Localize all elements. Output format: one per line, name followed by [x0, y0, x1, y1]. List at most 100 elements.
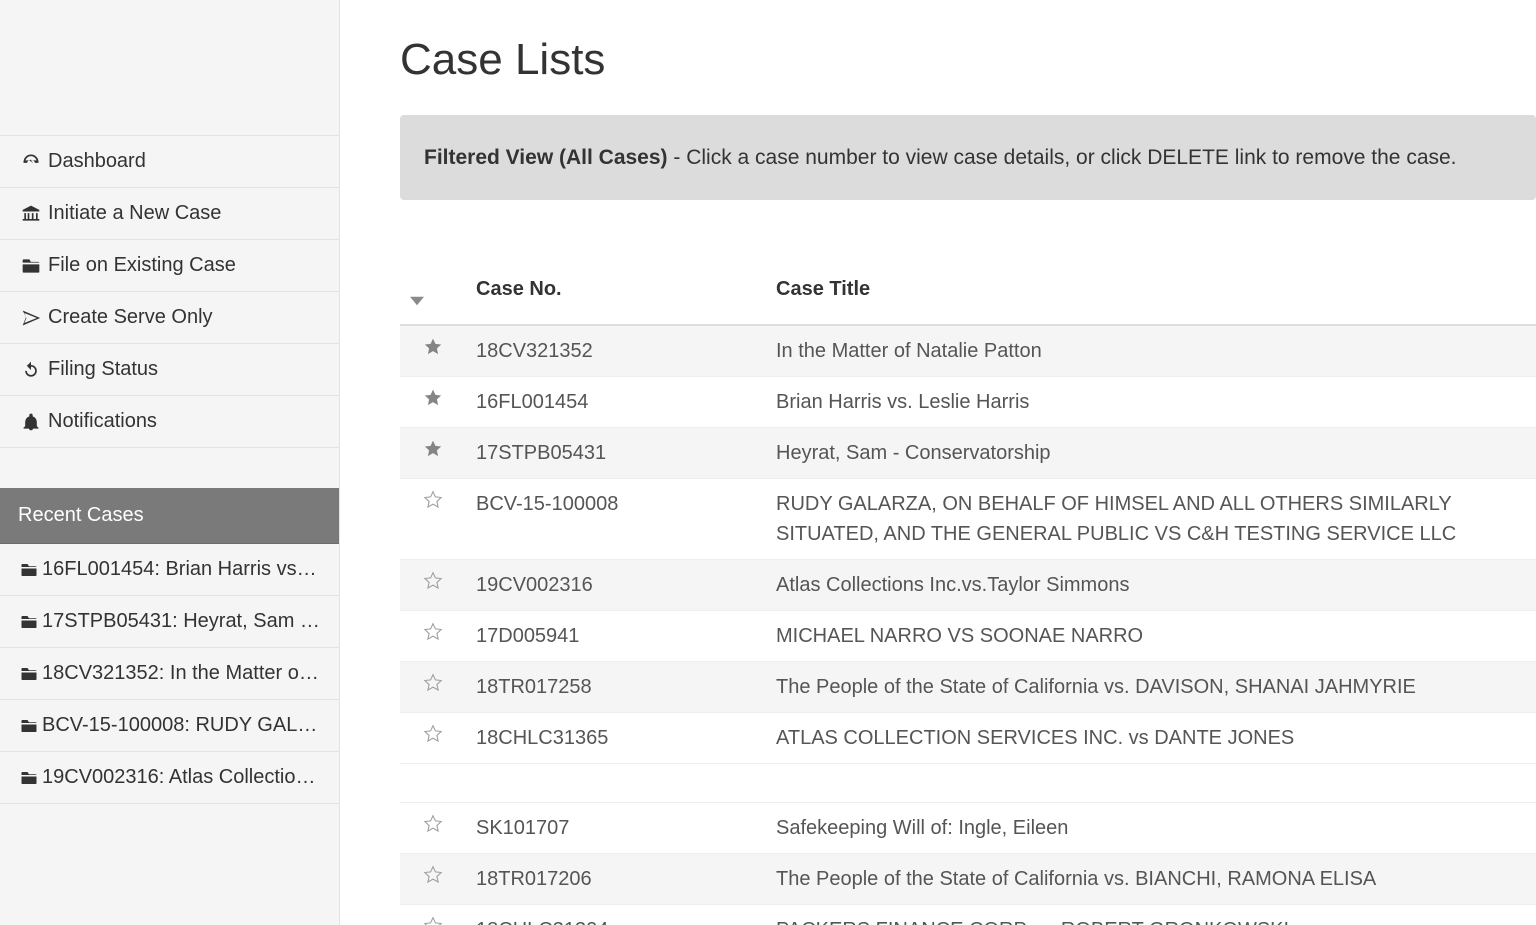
case-title: Heyrat, Sam - Conservatorship: [766, 428, 1536, 479]
case-number-link[interactable]: SK101707: [466, 803, 766, 854]
case-number-link[interactable]: 16FL001454: [466, 377, 766, 428]
caret-down-icon: [410, 289, 424, 312]
col-case-no[interactable]: Case No.: [466, 255, 766, 325]
recent-case-item[interactable]: 18CV321352: In the Matter of …: [0, 648, 339, 700]
star-icon: [423, 724, 443, 744]
case-number-link[interactable]: 18CHLC31365: [466, 713, 766, 764]
case-title: PACKERS FINANCE CORP. vs ROBERT GRONKOWS…: [766, 905, 1536, 925]
folder-icon: [18, 613, 40, 631]
sidebar-item-label: Create Serve Only: [48, 306, 213, 329]
case-title: In the Matter of Natalie Patton: [766, 325, 1536, 377]
recent-case-label: 17STPB05431: Heyrat, Sam -…: [42, 610, 321, 633]
folder-icon: [18, 665, 40, 683]
table-row[interactable]: 19CV002316Atlas Collections Inc.vs.Taylo…: [400, 560, 1536, 611]
page-title: Case Lists: [400, 35, 1536, 85]
recent-cases-heading: Recent Cases: [0, 488, 339, 544]
star-toggle[interactable]: [400, 713, 466, 764]
case-number-link[interactable]: 18CHLC31324: [466, 905, 766, 925]
star-toggle[interactable]: [400, 905, 466, 925]
recent-case-label: BCV-15-100008: RUDY GAL…: [42, 714, 317, 737]
recent-case-item[interactable]: 19CV002316: Atlas Collection…: [0, 752, 339, 804]
case-number-link[interactable]: 19CV002316: [466, 560, 766, 611]
recent-case-item[interactable]: 16FL001454: Brian Harris vs. …: [0, 544, 339, 596]
sidebar-item-label: Notifications: [48, 410, 157, 433]
table-row[interactable]: 18TR017206The People of the State of Cal…: [400, 854, 1536, 905]
main-content: Case Lists Filtered View (All Cases) - C…: [340, 0, 1536, 925]
info-strong: Filtered View (All Cases): [424, 146, 668, 169]
table-gap: [400, 764, 1536, 803]
table-row[interactable]: SK101707Safekeeping Will of: Ingle, Eile…: [400, 803, 1536, 854]
table-row[interactable]: 18CV321352In the Matter of Natalie Patto…: [400, 325, 1536, 377]
case-title: Safekeeping Will of: Ingle, Eileen: [766, 803, 1536, 854]
rotate-icon: [18, 360, 44, 380]
case-table: Case No. Case Title 18CV321352In the Mat…: [400, 255, 1536, 925]
recent-case-item[interactable]: 17STPB05431: Heyrat, Sam -…: [0, 596, 339, 648]
star-icon: [423, 916, 443, 925]
star-toggle[interactable]: [400, 479, 466, 560]
star-icon: [423, 571, 443, 591]
sidebar-item-rotate[interactable]: Filing Status: [0, 344, 339, 396]
star-icon: [423, 388, 443, 408]
col-sort[interactable]: [400, 255, 466, 325]
sidebar-item-label: Filing Status: [48, 358, 158, 381]
sidebar: Dashboard Initiate a New Case File on Exis…: [0, 0, 340, 925]
folder-icon: [18, 256, 44, 276]
recent-case-label: 16FL001454: Brian Harris vs. …: [42, 558, 321, 581]
case-title: The People of the State of California vs…: [766, 662, 1536, 713]
dashboard-icon: [18, 152, 44, 172]
table-row[interactable]: BCV-15-100008RUDY GALARZA, ON BEHALF OF …: [400, 479, 1536, 560]
case-number-link[interactable]: 18TR017206: [466, 854, 766, 905]
star-icon: [423, 490, 443, 510]
plane-icon: [18, 308, 44, 328]
star-toggle[interactable]: [400, 377, 466, 428]
star-toggle[interactable]: [400, 560, 466, 611]
folder-icon: [18, 769, 40, 787]
table-row[interactable]: 18CHLC31365ATLAS COLLECTION SERVICES INC…: [400, 713, 1536, 764]
case-title: Brian Harris vs. Leslie Harris: [766, 377, 1536, 428]
filtered-view-info: Filtered View (All Cases) - Click a case…: [400, 115, 1536, 200]
case-title: The People of the State of California vs…: [766, 854, 1536, 905]
case-number-link[interactable]: 17STPB05431: [466, 428, 766, 479]
star-icon: [423, 814, 443, 834]
sidebar-item-plane[interactable]: Create Serve Only: [0, 292, 339, 344]
case-number-link[interactable]: 18CV321352: [466, 325, 766, 377]
table-row[interactable]: 17D005941MICHAEL NARRO VS SOONAE NARRO: [400, 611, 1536, 662]
star-icon: [423, 337, 443, 357]
star-toggle[interactable]: [400, 428, 466, 479]
case-number-link[interactable]: 17D005941: [466, 611, 766, 662]
bell-icon: [18, 412, 44, 432]
recent-case-label: 19CV002316: Atlas Collection…: [42, 766, 321, 789]
recent-case-label: 18CV321352: In the Matter of …: [42, 662, 321, 685]
star-toggle[interactable]: [400, 611, 466, 662]
sidebar-item-bell[interactable]: Notifications: [0, 396, 339, 448]
bank-icon: [18, 204, 44, 224]
sidebar-item-label: File on Existing Case: [48, 254, 236, 277]
case-title: RUDY GALARZA, ON BEHALF OF HIMSEL AND AL…: [766, 479, 1536, 560]
case-number-link[interactable]: 18TR017258: [466, 662, 766, 713]
col-case-title[interactable]: Case Title: [766, 255, 1536, 325]
info-rest: Click a case number to view case details…: [686, 146, 1456, 169]
case-title: MICHAEL NARRO VS SOONAE NARRO: [766, 611, 1536, 662]
star-toggle[interactable]: [400, 854, 466, 905]
table-row[interactable]: 16FL001454Brian Harris vs. Leslie Harris: [400, 377, 1536, 428]
case-number-link[interactable]: BCV-15-100008: [466, 479, 766, 560]
table-row[interactable]: 17STPB05431Heyrat, Sam - Conservatorship: [400, 428, 1536, 479]
recent-case-item[interactable]: BCV-15-100008: RUDY GAL…: [0, 700, 339, 752]
case-title: Atlas Collections Inc.vs.Taylor Simmons: [766, 560, 1536, 611]
table-row[interactable]: 18TR017258The People of the State of Cal…: [400, 662, 1536, 713]
star-icon: [423, 865, 443, 885]
folder-icon: [18, 717, 40, 735]
info-sep: -: [668, 146, 687, 169]
sidebar-item-bank[interactable]: Initiate a New Case: [0, 188, 339, 240]
star-toggle[interactable]: [400, 803, 466, 854]
sidebar-item-label: Dashboard: [48, 150, 146, 173]
sidebar-item-dashboard[interactable]: Dashboard: [0, 136, 339, 188]
folder-icon: [18, 561, 40, 579]
table-row[interactable]: 18CHLC31324PACKERS FINANCE CORP. vs ROBE…: [400, 905, 1536, 925]
sidebar-item-folder[interactable]: File on Existing Case: [0, 240, 339, 292]
star-toggle[interactable]: [400, 662, 466, 713]
sidebar-item-label: Initiate a New Case: [48, 202, 221, 225]
star-icon: [423, 439, 443, 459]
case-title: ATLAS COLLECTION SERVICES INC. vs DANTE …: [766, 713, 1536, 764]
star-toggle[interactable]: [400, 325, 466, 377]
